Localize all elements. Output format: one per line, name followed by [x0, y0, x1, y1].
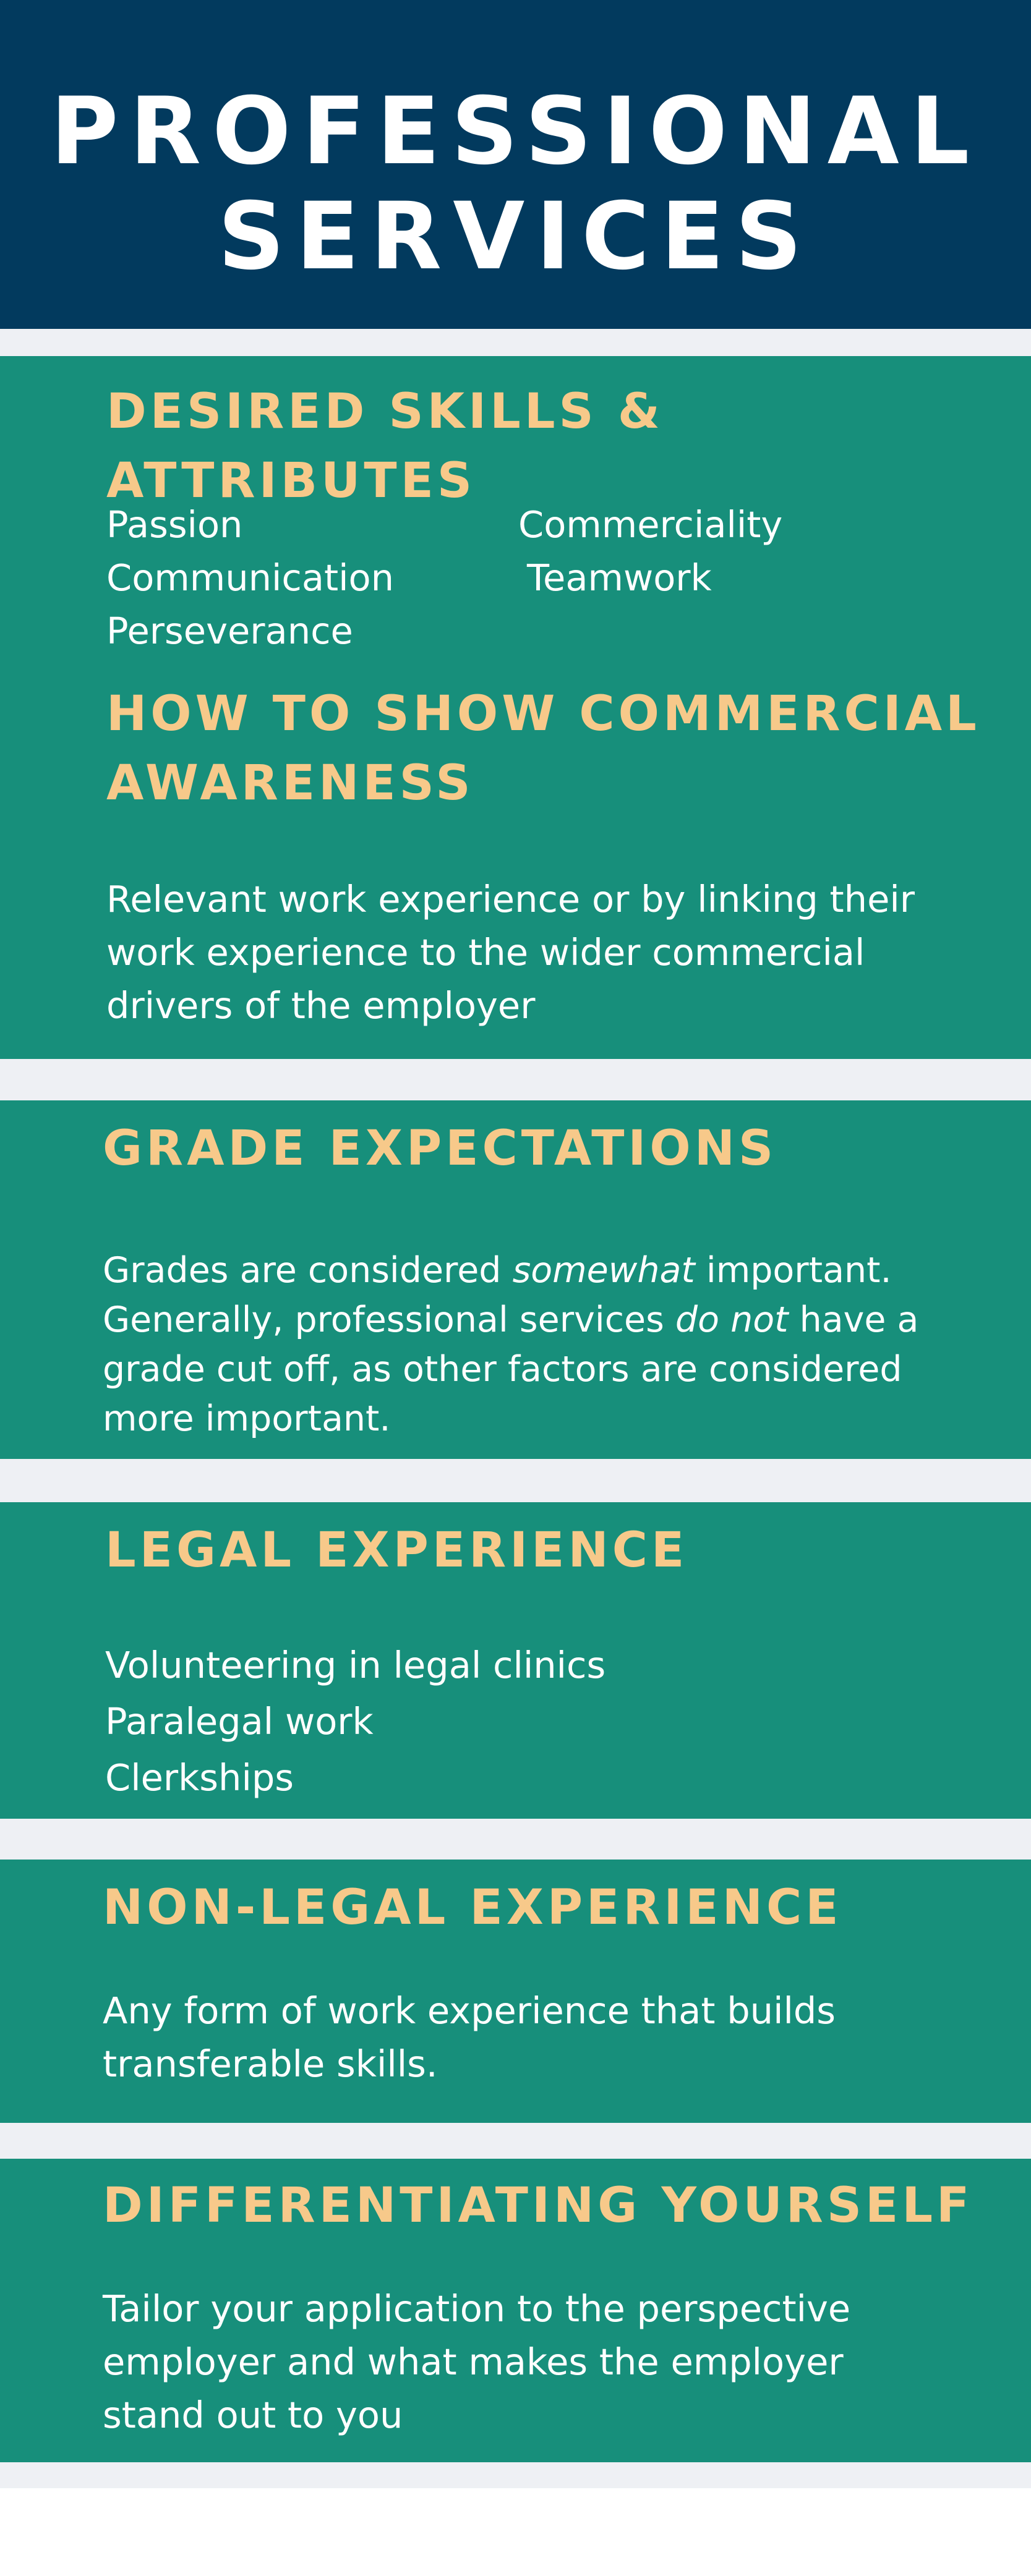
gap-3 [0, 1459, 1031, 1502]
legal-heading: LEGAL EXPERIENCE [105, 1523, 688, 1578]
skills-list-left: Passion Communication Perseverance [106, 498, 394, 658]
emphasis-do-not: do not [675, 1299, 789, 1340]
skill-item: Teamwork [527, 556, 712, 599]
emphasis-somewhat: somewhat [512, 1250, 695, 1291]
commercial-line: Relevant work experience or by linking t… [106, 878, 915, 920]
skills-commercial-panel: DESIRED SKILLS & ATTRIBUTES Passion Comm… [0, 356, 1031, 1059]
commercial-heading: HOW TO SHOW COMMERCIAL AWARENESS [106, 679, 980, 818]
commercial-heading-line-1: HOW TO SHOW COMMERCIAL [106, 686, 980, 742]
gap-2 [0, 1059, 1031, 1100]
grades-line-1: Grades are considered somewhat important… [103, 1246, 918, 1295]
title-line-2: SERVICES [218, 183, 813, 291]
legal-item: Volunteering in legal clinics [105, 1644, 606, 1686]
skills-heading: DESIRED SKILLS & ATTRIBUTES [106, 384, 664, 509]
differentiating-heading: DIFFERENTIATING YOURSELF [103, 2178, 973, 2234]
legal-item: Paralegal work [105, 1700, 374, 1743]
page-title: PROFESSIONAL SERVICES [0, 79, 1031, 289]
skill-item: Perseverance [106, 610, 353, 652]
legal-panel: LEGAL EXPERIENCE Volunteering in legal c… [0, 1502, 1031, 1819]
differentiating-line: stand out to you [103, 2394, 403, 2436]
text-run: Generally, professional services [103, 1299, 675, 1340]
grades-heading: GRADE EXPECTATIONS [103, 1121, 777, 1176]
title-line-1: PROFESSIONAL [50, 78, 981, 185]
nonlegal-line: Any form of work experience that builds [103, 1989, 836, 2032]
grades-panel: GRADE EXPECTATIONS Grades are considered… [0, 1100, 1031, 1459]
skills-list-right: Commerciality Teamwork [518, 498, 782, 605]
skill-item: Communication [106, 556, 395, 599]
skill-item: Passion [106, 503, 243, 546]
legal-item: Clerkships [105, 1756, 294, 1799]
header-banner: PROFESSIONAL SERVICES [0, 0, 1031, 329]
differentiating-line: Tailor your application to the perspecti… [103, 2287, 851, 2330]
nonlegal-heading: NON-LEGAL EXPERIENCE [103, 1880, 842, 1936]
commercial-line: work experience to the wider commercial [106, 931, 865, 974]
nonlegal-text: Any form of work experience that builds … [103, 1984, 836, 2091]
nonlegal-line: transferable skills. [103, 2043, 438, 2085]
gap-5 [0, 2123, 1031, 2159]
commercial-line: drivers of the employer [106, 984, 536, 1027]
commercial-heading-line-2: AWARENESS [106, 755, 474, 811]
skill-item: Commerciality [518, 503, 783, 546]
grades-line-2: Generally, professional services do not … [103, 1295, 918, 1345]
differentiating-panel: DIFFERENTIATING YOURSELF Tailor your app… [0, 2159, 1031, 2462]
nonlegal-panel: NON-LEGAL EXPERIENCE Any form of work ex… [0, 1860, 1031, 2123]
differentiating-text: Tailor your application to the perspecti… [103, 2282, 850, 2442]
gap-6 [0, 2462, 1031, 2488]
text-run: have a [788, 1299, 919, 1340]
grades-text: Grades are considered somewhat important… [103, 1246, 918, 1443]
grades-line-3: grade cut off, as other factors are cons… [103, 1349, 902, 1390]
grades-line-4: more important. [103, 1398, 391, 1439]
gap-1 [0, 329, 1031, 356]
commercial-text: Relevant work experience or by linking t… [106, 873, 915, 1032]
gap-4 [0, 1819, 1031, 1860]
text-run: Grades are considered [103, 1250, 513, 1291]
legal-list: Volunteering in legal clinics Paralegal … [105, 1637, 605, 1806]
text-run: important. [695, 1250, 892, 1291]
differentiating-line: employer and what makes the employer [103, 2340, 844, 2383]
